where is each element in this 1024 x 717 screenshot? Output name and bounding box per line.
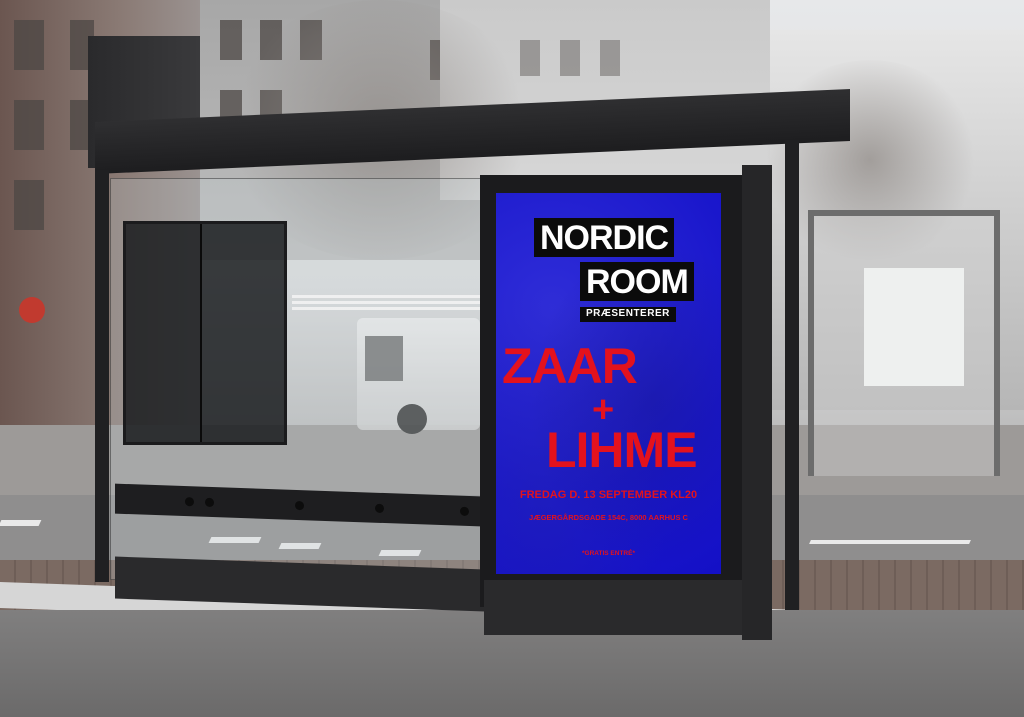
- presents-label: PRÆSENTERER: [580, 307, 676, 322]
- event-date-time: FREDAG D. 13 SEPTEMBER KL20: [519, 489, 698, 501]
- artist-name-2: LIHME: [546, 422, 698, 478]
- event-address: JÆGERGÅRDSGADE 154C, 8000 AARHUS C: [529, 513, 688, 522]
- concert-poster: NORDIC ROOM PRÆSENTERER ZAAR + LIHME FRE…: [496, 193, 721, 574]
- brand-title-line-1: NORDIC: [534, 218, 675, 257]
- artist-name-1: ZAAR: [502, 338, 638, 394]
- no-entry-sign: [19, 297, 45, 323]
- street-scene: NORDIC ROOM PRÆSENTERER ZAAR + LIHME FRE…: [0, 0, 1024, 717]
- poster-base: [484, 580, 742, 635]
- info-display-box: [123, 221, 287, 445]
- free-entry-note: *GRATIS ENTRÉ*: [582, 550, 635, 557]
- glass-stripes: [292, 295, 480, 311]
- shelter-post: [95, 170, 109, 582]
- far-bus-shelter: [808, 210, 1000, 476]
- shelter-post: [785, 140, 799, 610]
- poster-frame-side: [742, 165, 772, 640]
- map-board: [864, 268, 964, 386]
- brand-title-line-2: ROOM: [580, 262, 694, 301]
